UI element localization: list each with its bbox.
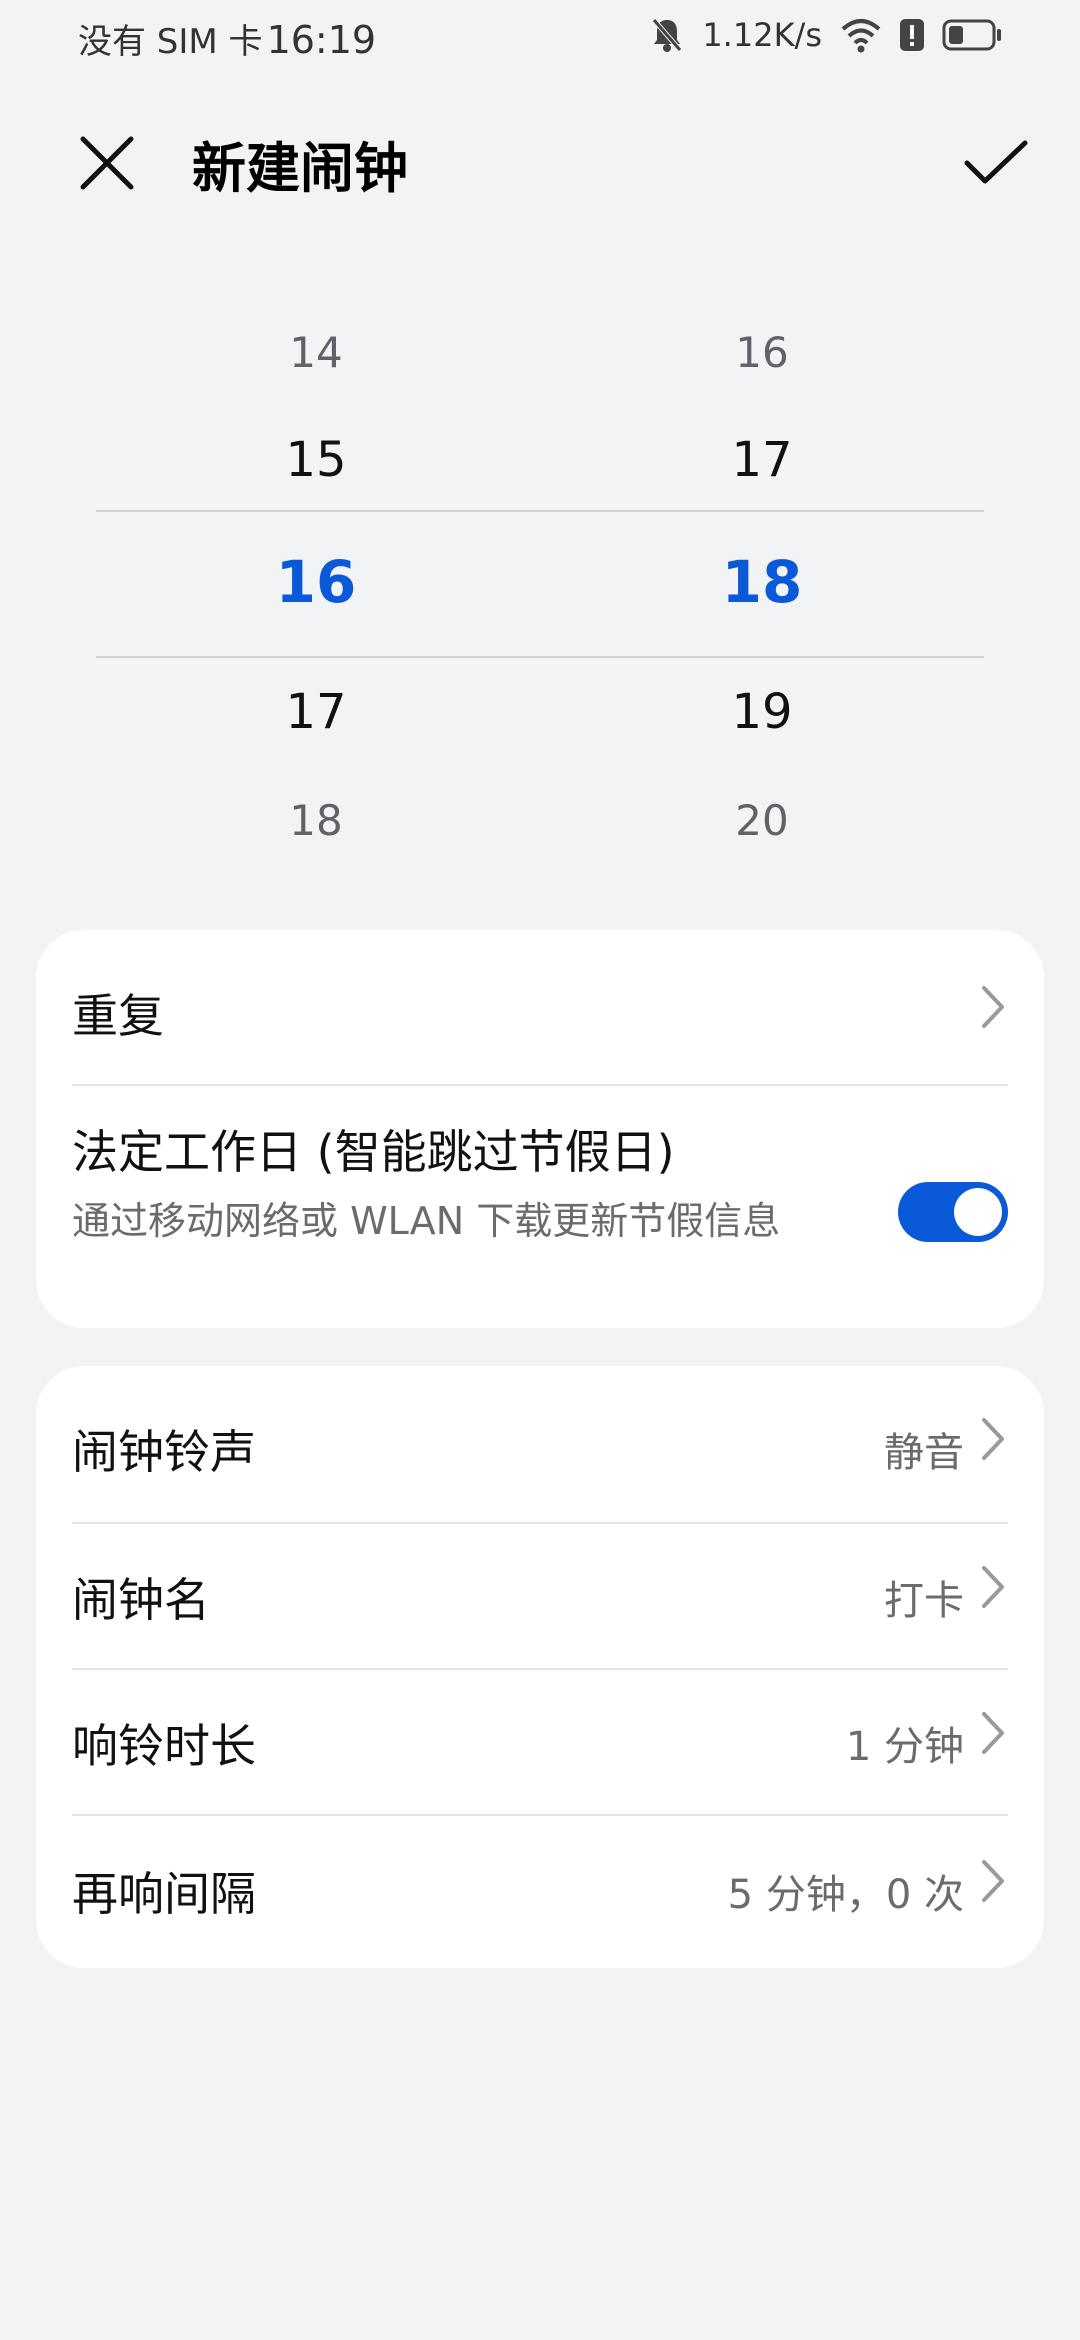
net-speed: 1.12K/s (702, 16, 822, 54)
alarm-name-label: 闹钟名 (72, 1573, 210, 1627)
toggle-knob (954, 1188, 1002, 1236)
snooze-interval-value: 5 分钟，0 次 (727, 1872, 964, 1918)
hour-wheel[interactable]: 14 15 16 17 18 (166, 300, 466, 880)
minute-option[interactable]: 20 (612, 796, 912, 845)
wifi-icon (840, 17, 882, 53)
ring-duration-value: 1 分钟 (845, 1724, 964, 1770)
repeat-label: 重复 (72, 989, 164, 1043)
alert-icon (900, 17, 924, 53)
close-icon (80, 136, 134, 190)
status-left: 没有 SIM 卡 16:19 (78, 14, 376, 63)
workday-toggle[interactable] (898, 1182, 1008, 1242)
page-title: 新建闹钟 (192, 137, 408, 200)
minute-selected[interactable]: 18 (612, 548, 912, 616)
snooze-interval-label: 再响间隔 (72, 1867, 256, 1921)
chevron-right-icon (982, 1860, 1004, 1902)
ring-duration-label: 响铃时长 (72, 1719, 256, 1773)
status-bar: 没有 SIM 卡 16:19 1.12K/s (0, 0, 1080, 76)
time-picker: 14 15 16 17 18 16 17 18 19 20 (96, 300, 984, 880)
minute-option[interactable]: 17 (612, 432, 912, 488)
hour-option[interactable]: 14 (166, 328, 466, 377)
header: 新建闹钟 (0, 110, 1080, 210)
settings-card: 闹钟铃声 静音 闹钟名 打卡 响铃时长 1 分钟 再响间隔 5 分钟，0 次 (36, 1366, 1044, 1968)
ringtone-value: 静音 (884, 1430, 964, 1476)
check-icon (964, 140, 1028, 184)
repeat-card: 重复 法定工作日 (智能跳过节假日) 通过移动网络或 WLAN 下载更新节假信息 (36, 930, 1044, 1328)
minute-wheel[interactable]: 16 17 18 19 20 (612, 300, 912, 880)
ringtone-row[interactable]: 闹钟铃声 静音 (72, 1366, 1008, 1510)
chevron-right-icon (982, 1566, 1004, 1608)
chevron-right-icon (982, 1712, 1004, 1754)
bell-muted-icon (650, 16, 684, 54)
battery-icon (942, 18, 1002, 52)
hour-option[interactable]: 18 (166, 796, 466, 845)
sim-status: 没有 SIM 卡 (78, 22, 263, 62)
confirm-button[interactable] (956, 128, 1036, 198)
chevron-right-icon (982, 1418, 1004, 1460)
chevron-right-icon (982, 986, 1004, 1028)
alarm-name-value: 打卡 (884, 1578, 964, 1624)
status-time: 16:19 (266, 18, 377, 62)
alarm-name-row[interactable]: 闹钟名 打卡 (72, 1524, 1008, 1666)
minute-option[interactable]: 19 (612, 684, 912, 740)
workday-label: 法定工作日 (智能跳过节假日) (72, 1125, 675, 1179)
close-button[interactable] (72, 128, 142, 198)
hour-selected[interactable]: 16 (166, 548, 466, 616)
workday-description: 通过移动网络或 WLAN 下载更新节假信息 (72, 1199, 781, 1243)
hour-option[interactable]: 15 (166, 432, 466, 488)
ring-duration-row[interactable]: 响铃时长 1 分钟 (72, 1670, 1008, 1812)
snooze-interval-row[interactable]: 再响间隔 5 分钟，0 次 (72, 1816, 1008, 1968)
status-right: 1.12K/s (650, 16, 1002, 54)
ringtone-label: 闹钟铃声 (72, 1425, 256, 1479)
workday-row: 法定工作日 (智能跳过节假日) 通过移动网络或 WLAN 下载更新节假信息 (72, 1086, 1008, 1328)
minute-option[interactable]: 16 (612, 328, 912, 377)
hour-option[interactable]: 17 (166, 684, 466, 740)
repeat-row[interactable]: 重复 (72, 930, 1008, 1084)
